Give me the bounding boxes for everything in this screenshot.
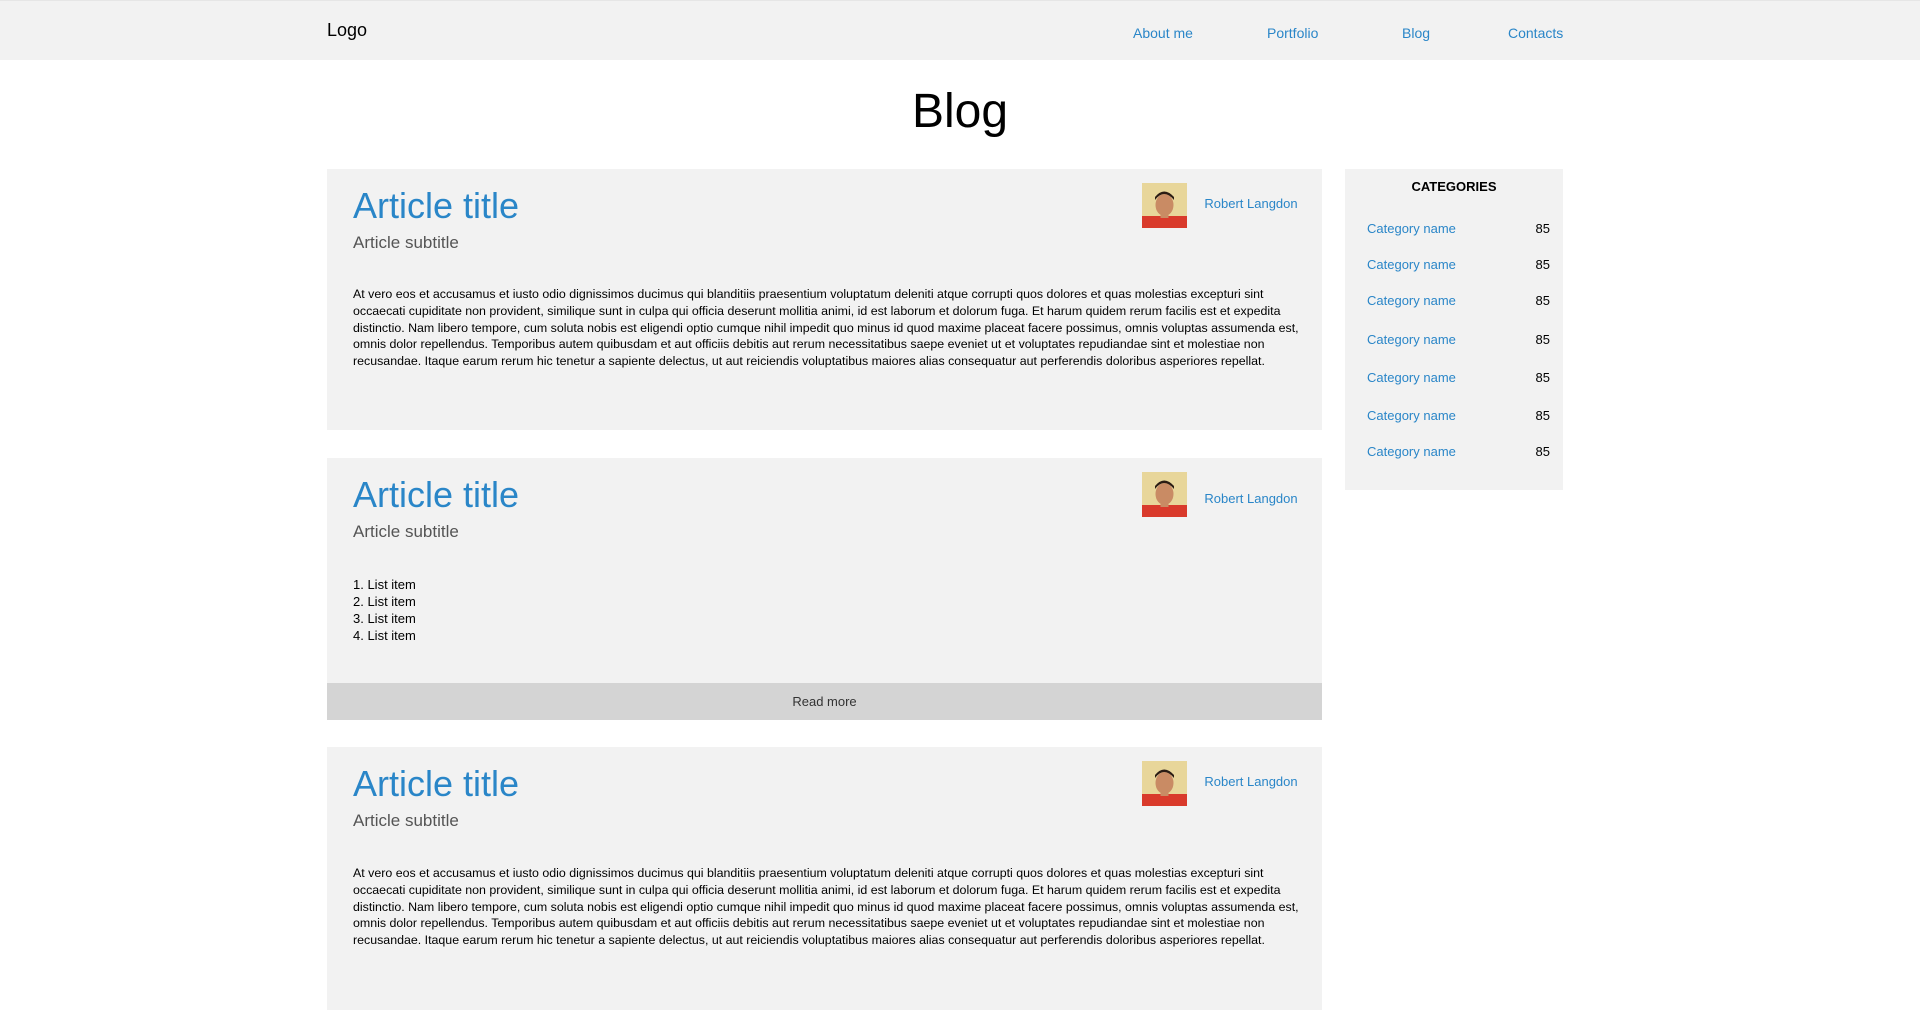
top-navigation-bar: Logo About me Portfolio Blog Contacts [0, 0, 1920, 60]
nav-link-blog[interactable]: Blog [1402, 25, 1430, 41]
category-name[interactable]: Category name [1367, 257, 1456, 272]
category-count: 85 [1535, 293, 1550, 308]
article-title[interactable]: Article title [353, 184, 519, 228]
categories-sidebar: CATEGORIES Category name 85 Category nam… [1345, 169, 1563, 490]
article-body: At vero eos et accusamus et iusto odio d… [353, 866, 1299, 948]
category-count: 85 [1535, 257, 1550, 272]
list-item: 3. List item [353, 611, 416, 626]
author-avatar[interactable] [1142, 761, 1187, 806]
article-body: At vero eos et accusamus et iusto odio d… [353, 287, 1299, 369]
category-item[interactable]: Category name 85 [1367, 370, 1550, 388]
nav-link-contacts[interactable]: Contacts [1508, 25, 1563, 41]
category-item[interactable]: Category name 85 [1367, 221, 1550, 239]
category-name[interactable]: Category name [1367, 370, 1456, 385]
read-more-button[interactable]: Read more [327, 683, 1322, 720]
category-count: 85 [1535, 444, 1550, 459]
category-name[interactable]: Category name [1367, 293, 1456, 308]
list-item: 1. List item [353, 577, 416, 592]
article-subtitle: Article subtitle [353, 811, 459, 830]
list-item: 2. List item [353, 594, 416, 609]
article-title[interactable]: Article title [353, 473, 519, 517]
category-name[interactable]: Category name [1367, 221, 1456, 236]
nav-link-about-me[interactable]: About me [1133, 25, 1193, 41]
nav-link-portfolio[interactable]: Portfolio [1267, 25, 1318, 41]
category-count: 85 [1535, 332, 1550, 347]
category-item[interactable]: Category name 85 [1367, 408, 1550, 426]
category-item[interactable]: Category name 85 [1367, 444, 1550, 462]
category-item[interactable]: Category name 85 [1367, 293, 1550, 311]
logo[interactable]: Logo [327, 20, 367, 41]
author-name-link[interactable]: Robert Langdon [1201, 196, 1301, 211]
page-title: Blog [911, 85, 1009, 138]
article-subtitle: Article subtitle [353, 522, 459, 541]
article-subtitle: Article subtitle [353, 233, 459, 252]
category-name[interactable]: Category name [1367, 332, 1456, 347]
article-card: Article title Article subtitle Robert La… [327, 747, 1322, 1010]
article-list: 1. List item 2. List item 3. List item 4… [353, 576, 416, 644]
category-count: 85 [1535, 370, 1550, 385]
author-avatar[interactable] [1142, 183, 1187, 228]
author-name-link[interactable]: Robert Langdon [1201, 491, 1301, 506]
list-item: 4. List item [353, 628, 416, 643]
author-name-link[interactable]: Robert Langdon [1201, 774, 1301, 789]
article-card: Article title Article subtitle Robert La… [327, 169, 1322, 430]
author-avatar[interactable] [1142, 472, 1187, 517]
category-item[interactable]: Category name 85 [1367, 332, 1550, 350]
article-title[interactable]: Article title [353, 762, 519, 806]
categories-heading: CATEGORIES [1411, 179, 1497, 194]
category-name[interactable]: Category name [1367, 408, 1456, 423]
category-name[interactable]: Category name [1367, 444, 1456, 459]
category-count: 85 [1535, 408, 1550, 423]
article-card: Article title Article subtitle Robert La… [327, 458, 1322, 720]
category-count: 85 [1535, 221, 1550, 236]
category-item[interactable]: Category name 85 [1367, 257, 1550, 275]
